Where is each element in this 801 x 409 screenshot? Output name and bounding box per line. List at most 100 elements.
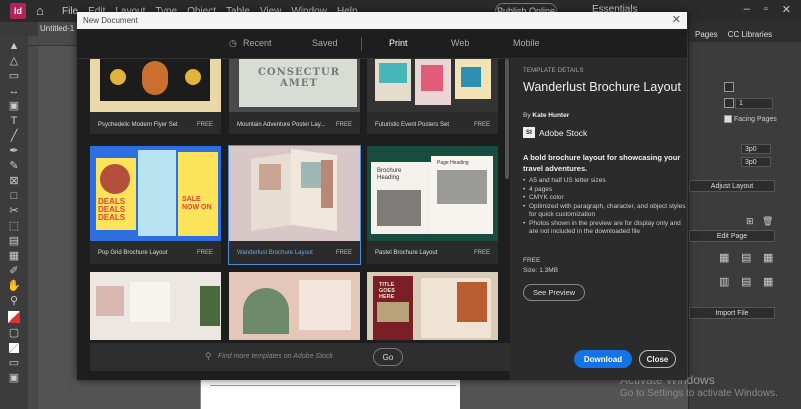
pages-icon[interactable] xyxy=(724,82,734,92)
layout-icon-5[interactable]: ▤ xyxy=(741,275,751,288)
download-button[interactable]: Download xyxy=(574,350,632,368)
template-price: FREE xyxy=(473,250,490,256)
template-thumbnail: Brochure Heading Page Heading xyxy=(367,146,498,241)
template-price: FREE xyxy=(335,250,352,256)
scissors-tool-icon[interactable]: ✂ xyxy=(6,204,22,218)
tab-web[interactable]: Web xyxy=(451,38,469,48)
author-prefix: By xyxy=(523,112,531,119)
screen-mode-icon[interactable]: ▣ xyxy=(6,371,22,385)
template-price: FREE xyxy=(473,122,490,128)
delete-page-icon[interactable]: 🗑 xyxy=(762,216,773,227)
dialog-close-icon[interactable]: ✕ xyxy=(672,12,681,29)
edit-page-button[interactable]: Edit Page xyxy=(689,230,775,242)
content-collector-icon[interactable]: ▣ xyxy=(6,99,22,113)
clock-icon: ◷ xyxy=(229,38,237,48)
zoom-tool-icon[interactable]: ⚲ xyxy=(6,294,22,308)
eyedropper-tool-icon[interactable]: ✐ xyxy=(6,264,22,278)
template-card[interactable]: Psychedelic Modern Flyer Set FREE xyxy=(90,59,221,134)
see-preview-button[interactable]: See Preview xyxy=(523,284,585,301)
template-size: Size: 1.3MB xyxy=(523,267,559,274)
tab-print[interactable]: Print xyxy=(389,38,408,48)
go-button[interactable]: Go xyxy=(373,348,403,366)
template-name: Pastel Brochure Layout xyxy=(375,250,438,256)
tab-mobile[interactable]: Mobile xyxy=(513,38,540,48)
pencil-tool-icon[interactable]: ✎ xyxy=(6,159,22,173)
maximize-button[interactable]: ▫ xyxy=(764,3,768,16)
window-close-button[interactable]: ✕ xyxy=(782,3,791,16)
selection-tool-icon[interactable]: ▲ xyxy=(6,39,22,53)
note-tool-icon[interactable]: ▦ xyxy=(6,249,22,263)
search-input[interactable]: Find more templates on Adobe Stock xyxy=(218,353,333,360)
tools-panel: ▲ △ ▭ ↔ ▣ T ╱ ✒ ✎ ⊠ □ ✂ ⬚ ▤ ▦ ✐ ✋ ⚲ ▢ ▭ … xyxy=(0,36,28,409)
pen-tool-icon[interactable]: ✒ xyxy=(6,144,22,158)
template-card[interactable]: DEALS DEALS DEALS SALE NOW ON Pop Grid B… xyxy=(90,146,221,264)
template-price-detail: FREE xyxy=(523,257,541,264)
template-features: A5 and half US letter sizes 4 pages CMYK… xyxy=(523,177,688,237)
template-thumbnail: DEALS DEALS DEALS SALE NOW ON xyxy=(90,146,221,241)
tab-cc-libraries[interactable]: CC Libraries xyxy=(728,30,772,39)
template-card[interactable]: Futuristic Event Posters Set FREE xyxy=(367,59,498,134)
tab-saved[interactable]: Saved xyxy=(312,38,338,48)
type-tool-icon[interactable]: T xyxy=(6,114,22,128)
swap-colors-icon[interactable] xyxy=(9,343,19,353)
template-price: FREE xyxy=(335,122,352,128)
tab-recent[interactable]: Recent xyxy=(243,38,272,48)
preview-mode-icon[interactable]: ▭ xyxy=(6,356,22,370)
template-card[interactable]: Brochure Heading Page Heading Pastel Bro… xyxy=(367,146,498,264)
author-name: Kate Hunter xyxy=(532,112,570,119)
spacing-field-2[interactable]: 3p0 xyxy=(741,157,771,167)
feature-item: Optimized with paragraph, character, and… xyxy=(523,203,688,220)
rectangle-tool-icon[interactable]: □ xyxy=(6,189,22,203)
gradient-tool-icon[interactable]: ▤ xyxy=(6,234,22,248)
margin-guide xyxy=(210,385,456,386)
import-file-button[interactable]: Import File xyxy=(689,307,775,319)
layout-icon-6[interactable]: ▦ xyxy=(763,275,773,288)
page-count-field[interactable]: 1 xyxy=(735,98,773,109)
template-description: A bold brochure layout for showcasing yo… xyxy=(523,153,681,173)
template-title: Wanderlust Brochure Layout xyxy=(523,80,681,94)
rectangle-frame-tool-icon[interactable]: ⊠ xyxy=(6,174,22,188)
page-tool-icon[interactable]: ▭ xyxy=(6,69,22,83)
document-tab[interactable]: Untitled-1 @ xyxy=(38,22,78,47)
template-card-selected[interactable]: Wanderlust Brochure Layout FREE xyxy=(228,145,361,265)
feature-item: 4 pages xyxy=(523,186,688,195)
adjust-layout-button[interactable]: Adjust Layout xyxy=(689,180,775,192)
template-card[interactable] xyxy=(229,272,360,340)
template-name: Futuristic Event Posters Set xyxy=(375,122,450,128)
facing-pages-label: Facing Pages xyxy=(734,116,777,123)
line-tool-icon[interactable]: ╱ xyxy=(6,129,22,143)
template-card[interactable]: CONSECTUR AMET Mountain Adventure Poster… xyxy=(229,59,360,134)
new-page-icon[interactable]: ⊞ xyxy=(746,216,754,227)
layout-icon-4[interactable]: ▥ xyxy=(719,275,729,288)
minimize-button[interactable]: – xyxy=(744,3,750,16)
template-card[interactable]: TITLE GOES HERE xyxy=(367,272,498,340)
layout-icon-3[interactable]: ▦ xyxy=(763,251,773,264)
free-transform-tool-icon[interactable]: ⬚ xyxy=(6,219,22,233)
feature-item: Photos shown in the preview are for disp… xyxy=(523,220,688,237)
direct-selection-tool-icon[interactable]: △ xyxy=(6,54,22,68)
thumbnail-text: Page Heading xyxy=(437,160,469,166)
hand-tool-icon[interactable]: ✋ xyxy=(6,279,22,293)
feature-item: A5 and half US letter sizes xyxy=(523,177,688,186)
template-details-panel: TEMPLATE DETAILS Wanderlust Brochure Lay… xyxy=(510,59,687,380)
thumbnail-text: DEALS DEALS DEALS xyxy=(98,197,126,222)
menu-file[interactable]: File xyxy=(62,6,78,17)
tab-pages[interactable]: Pages xyxy=(695,30,718,39)
gap-tool-icon[interactable]: ↔ xyxy=(6,84,22,98)
template-name: Pop Grid Brochure Layout xyxy=(98,250,168,256)
feature-item: CMYK color xyxy=(523,194,688,203)
layout-icon-1[interactable]: ▦ xyxy=(719,251,729,264)
grid-scrollbar[interactable] xyxy=(505,59,509,179)
stock-source: Adobe Stock xyxy=(539,128,588,138)
formatting-icon[interactable]: ▢ xyxy=(6,326,22,340)
fill-stroke-icon[interactable] xyxy=(8,311,20,323)
spacing-field-1[interactable]: 3p0 xyxy=(741,144,771,154)
close-button[interactable]: Close xyxy=(639,350,676,368)
template-grid: Psychedelic Modern Flyer Set FREE CONSEC… xyxy=(90,59,510,340)
template-card[interactable] xyxy=(90,272,221,340)
template-thumbnail xyxy=(367,59,498,112)
facing-pages-checkbox[interactable] xyxy=(724,115,732,123)
home-icon[interactable]: ⌂ xyxy=(36,4,50,18)
panel-tab-bar: Pages CC Libraries xyxy=(689,22,801,42)
layout-icon-2[interactable]: ▤ xyxy=(741,251,751,264)
